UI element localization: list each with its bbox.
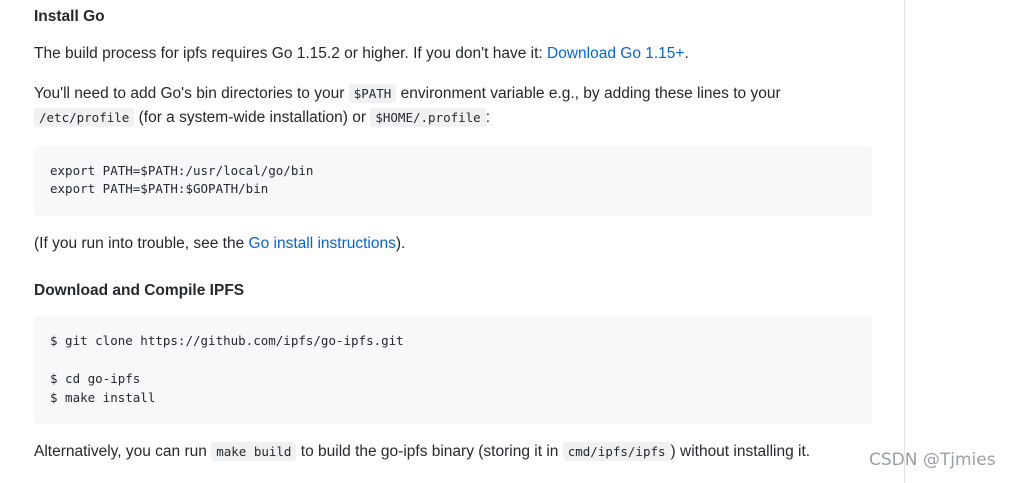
go-install-instructions-link[interactable]: Go install instructions bbox=[249, 235, 396, 252]
code-line: export PATH=$PATH:$GOPATH/bin bbox=[50, 181, 269, 196]
home-profile-inline-code: $HOME/.profile bbox=[370, 108, 486, 127]
compile-code-block[interactable]: $ git clone https://github.com/ipfs/go-i… bbox=[34, 316, 872, 424]
trouble-text-2: ). bbox=[395, 235, 406, 252]
path-paragraph-line-1: You'll need to add Go's bin directories … bbox=[34, 82, 781, 106]
trouble-paragraph: (If you run into trouble, see the Go ins… bbox=[34, 232, 405, 256]
path-inline-code: $PATH bbox=[348, 84, 397, 103]
path-text-2: environment variable e.g., by adding the… bbox=[396, 85, 781, 102]
code-line: export PATH=$PATH:/usr/local/go/bin bbox=[50, 163, 314, 178]
code-line: $ git clone https://github.com/ipfs/go-i… bbox=[50, 333, 404, 348]
path-paragraph-line-2: /etc/profile (for a system-wide installa… bbox=[34, 106, 490, 130]
export-path-code-block[interactable]: export PATH=$PATH:/usr/local/go/bin expo… bbox=[34, 146, 872, 216]
content-right-border bbox=[904, 0, 905, 483]
path-text-3: (for a system-wide installation) or bbox=[134, 109, 371, 126]
alt-text-3: ) without installing it. bbox=[670, 443, 811, 460]
alt-text-2: to build the go-ipfs binary (storing it … bbox=[296, 443, 563, 460]
etc-profile-inline-code: /etc/profile bbox=[34, 108, 135, 127]
download-compile-heading: Download and Compile IPFS bbox=[34, 282, 245, 299]
go-requirement-paragraph: The build process for ipfs requires Go 1… bbox=[34, 42, 689, 66]
requirement-text: The build process for ipfs requires Go 1… bbox=[34, 45, 548, 62]
install-go-heading: Install Go bbox=[34, 8, 105, 25]
path-text-1: You'll need to add Go's bin directories … bbox=[34, 85, 349, 102]
csdn-watermark: CSDN @Tjmies bbox=[869, 450, 996, 470]
code-line: $ make install bbox=[50, 390, 156, 405]
make-build-inline-code: make build bbox=[211, 442, 297, 461]
download-go-link[interactable]: Download Go 1.15+ bbox=[547, 45, 684, 62]
cmd-ipfs-inline-code: cmd/ipfs/ipfs bbox=[562, 442, 671, 461]
path-text-4: : bbox=[485, 109, 491, 126]
alt-text-1: Alternatively, you can run bbox=[34, 443, 212, 460]
requirement-period: . bbox=[684, 45, 689, 62]
code-line: $ cd go-ipfs bbox=[50, 371, 141, 386]
alternative-paragraph: Alternatively, you can run make build to… bbox=[34, 440, 810, 464]
trouble-text-1: (If you run into trouble, see the bbox=[34, 235, 249, 252]
